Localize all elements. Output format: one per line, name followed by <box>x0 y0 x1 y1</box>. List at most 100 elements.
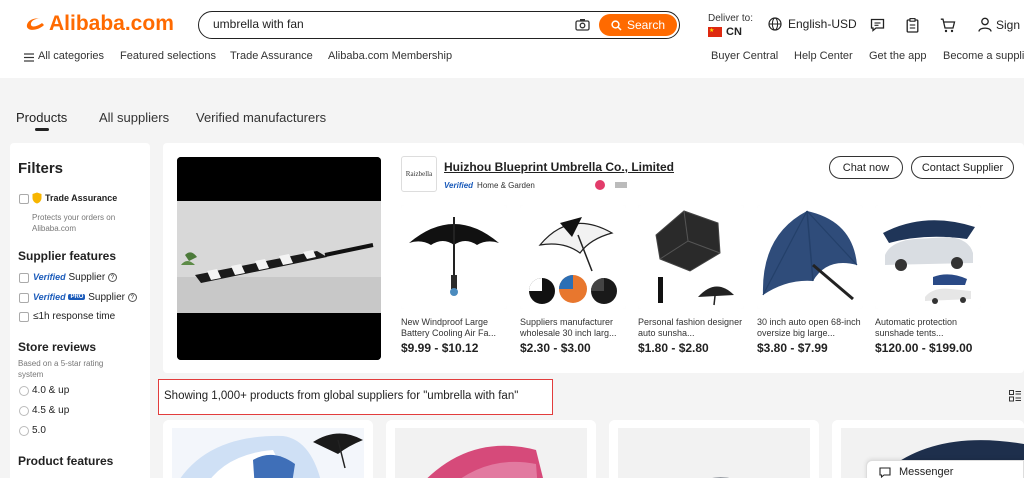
messenger-widget[interactable]: Messenger <box>866 460 1024 478</box>
search-bar: Search <box>198 11 680 39</box>
contact-supplier-button[interactable]: Contact Supplier <box>911 156 1014 179</box>
sign-in-link[interactable]: Sign in <box>978 17 1024 32</box>
supplier-features-title: Supplier features <box>18 249 117 263</box>
supplier-product-2[interactable]: Suppliers manufacturer wholesale 30 inch… <box>520 205 626 355</box>
nav-become-supplier[interactable]: Become a supplier <box>943 50 1024 62</box>
trade-assurance-label[interactable]: Trade Assurance <box>45 193 117 203</box>
search-icon <box>611 19 622 31</box>
supplier-product-5[interactable]: Automatic protection sunshade tents... $… <box>875 205 981 355</box>
chat-now-button[interactable]: Chat now <box>829 156 903 179</box>
rating-4-label[interactable]: 4.0 & up <box>32 385 69 396</box>
product-title: Personal fashion designer auto sunsha... <box>638 317 743 338</box>
nav-all-categories[interactable]: All categories <box>38 50 104 62</box>
supplier-name-link[interactable]: Huizhou Blueprint Umbrella Co., Limited <box>444 160 674 174</box>
search-button[interactable]: Search <box>599 14 677 36</box>
filters-title: Filters <box>18 160 64 177</box>
menu-icon <box>24 53 34 62</box>
supplier-badge-icon <box>594 180 605 190</box>
trade-assurance-desc-1: Protects your orders on <box>32 213 116 222</box>
china-flag-icon <box>708 27 722 37</box>
result-summary-text: Showing 1,000+ products from global supp… <box>164 390 519 402</box>
store-reviews-title: Store reviews <box>18 340 97 354</box>
nav-buyer-central[interactable]: Buyer Central <box>711 50 778 62</box>
trade-assurance-checkbox[interactable] <box>19 194 29 204</box>
rating-5-label[interactable]: 5.0 <box>32 425 46 436</box>
result-summary-highlight: Showing 1,000+ products from global supp… <box>158 379 553 415</box>
trade-assurance-desc-2: Alibaba.com <box>32 224 77 233</box>
umbrella-video-thumbnail <box>177 157 381 360</box>
product-card-3-image <box>609 420 819 478</box>
product-price: $9.99 - $10.12 <box>401 341 479 355</box>
result-tabs: Products All suppliers Verified manufact… <box>0 103 1024 133</box>
nav-get-the-app[interactable]: Get the app <box>869 50 927 62</box>
rating-5-radio[interactable] <box>19 426 29 436</box>
featured-supplier-card: Raizbella Huizhou Blueprint Umbrella Co.… <box>163 143 1024 373</box>
response-time-label[interactable]: ≤1h response time <box>33 311 115 322</box>
message-icon[interactable] <box>870 18 885 32</box>
list-view-icon[interactable] <box>1009 390 1021 402</box>
verified-pro-supplier-checkbox[interactable] <box>19 293 29 303</box>
tab-all-suppliers[interactable]: All suppliers <box>99 110 169 125</box>
messenger-label: Messenger <box>899 466 954 478</box>
product-card-1[interactable] <box>163 420 373 478</box>
verified-pro-supplier-option[interactable]: Verified PRO Supplier ? <box>33 292 137 303</box>
trade-assurance-shield-icon <box>32 192 42 204</box>
globe-icon <box>768 17 782 31</box>
camera-icon[interactable] <box>575 18 590 31</box>
product-image <box>757 205 863 309</box>
product-features-title: Product features <box>18 454 114 468</box>
sign-in-label: Sign in <box>996 17 1024 32</box>
verified-supplier-option[interactable]: Verified Supplier ? <box>33 272 117 283</box>
tab-products[interactable]: Products <box>16 110 67 125</box>
nav-membership[interactable]: Alibaba.com Membership <box>328 50 452 62</box>
cart-icon[interactable] <box>940 18 956 33</box>
product-price: $3.80 - $7.99 <box>757 341 828 355</box>
deliver-to[interactable]: Deliver to: CN <box>708 13 753 38</box>
supplier-product-4[interactable]: 30 inch auto open 68-inch oversize big l… <box>757 205 863 355</box>
supplier-video[interactable] <box>177 157 381 360</box>
rating-4-5-label[interactable]: 4.5 & up <box>32 405 69 416</box>
supplier-logo[interactable]: Raizbella <box>401 156 437 192</box>
product-card-2[interactable] <box>386 420 596 478</box>
product-image <box>638 205 744 309</box>
nav-help-center[interactable]: Help Center <box>794 50 853 62</box>
info-icon: ? <box>127 292 137 302</box>
rating-4-5-radio[interactable] <box>19 406 29 416</box>
verified-supplier-label: Supplier <box>68 272 106 283</box>
rating-4-radio[interactable] <box>19 386 29 396</box>
alibaba-logo[interactable]: Alibaba.com <box>24 12 174 36</box>
header: Alibaba.com Search Deliver to: CN Englis… <box>0 0 1024 78</box>
verified-badge: Verified <box>444 180 474 190</box>
folding-umbrella-image <box>638 205 744 309</box>
verified-supplier-checkbox[interactable] <box>19 273 29 283</box>
supplier-product-1[interactable]: New Windproof Large Battery Cooling Air … <box>401 205 507 355</box>
nav-featured-selections[interactable]: Featured selections <box>120 50 216 62</box>
product-price: $2.30 - $3.00 <box>520 341 591 355</box>
product-price: $1.80 - $2.80 <box>638 341 709 355</box>
supplier-product-3[interactable]: Personal fashion designer auto sunsha...… <box>638 205 744 355</box>
language-selector[interactable]: English-USD <box>768 17 857 31</box>
product-image <box>875 205 981 309</box>
info-icon: ? <box>107 272 117 282</box>
product-card-2-image <box>386 420 596 478</box>
deliver-country: CN <box>726 26 742 38</box>
store-reviews-desc-2: system <box>18 370 44 379</box>
alibaba-logo-icon <box>26 18 44 30</box>
search-button-label: Search <box>626 18 666 32</box>
supplier-category: Home & Garden <box>477 180 535 190</box>
product-card-1-image <box>163 420 373 478</box>
tab-verified-manufacturers[interactable]: Verified manufacturers <box>196 110 326 125</box>
orders-icon[interactable] <box>906 18 919 33</box>
product-card-3[interactable] <box>609 420 819 478</box>
verified-pro-supplier-label: Supplier <box>88 292 125 303</box>
search-input[interactable] <box>213 17 543 31</box>
deliver-to-label: Deliver to: <box>708 13 754 24</box>
nav-trade-assurance[interactable]: Trade Assurance <box>230 50 313 62</box>
product-image <box>401 205 507 309</box>
supplier-badge-2-icon <box>614 182 627 188</box>
product-title: Suppliers manufacturer wholesale 30 inch… <box>520 317 617 338</box>
filters-sidebar: Filters Trade Assurance Protects your or… <box>10 143 150 478</box>
response-time-checkbox[interactable] <box>19 312 29 322</box>
navy-umbrella-image <box>757 205 863 309</box>
product-price: $120.00 - $199.00 <box>875 341 973 355</box>
